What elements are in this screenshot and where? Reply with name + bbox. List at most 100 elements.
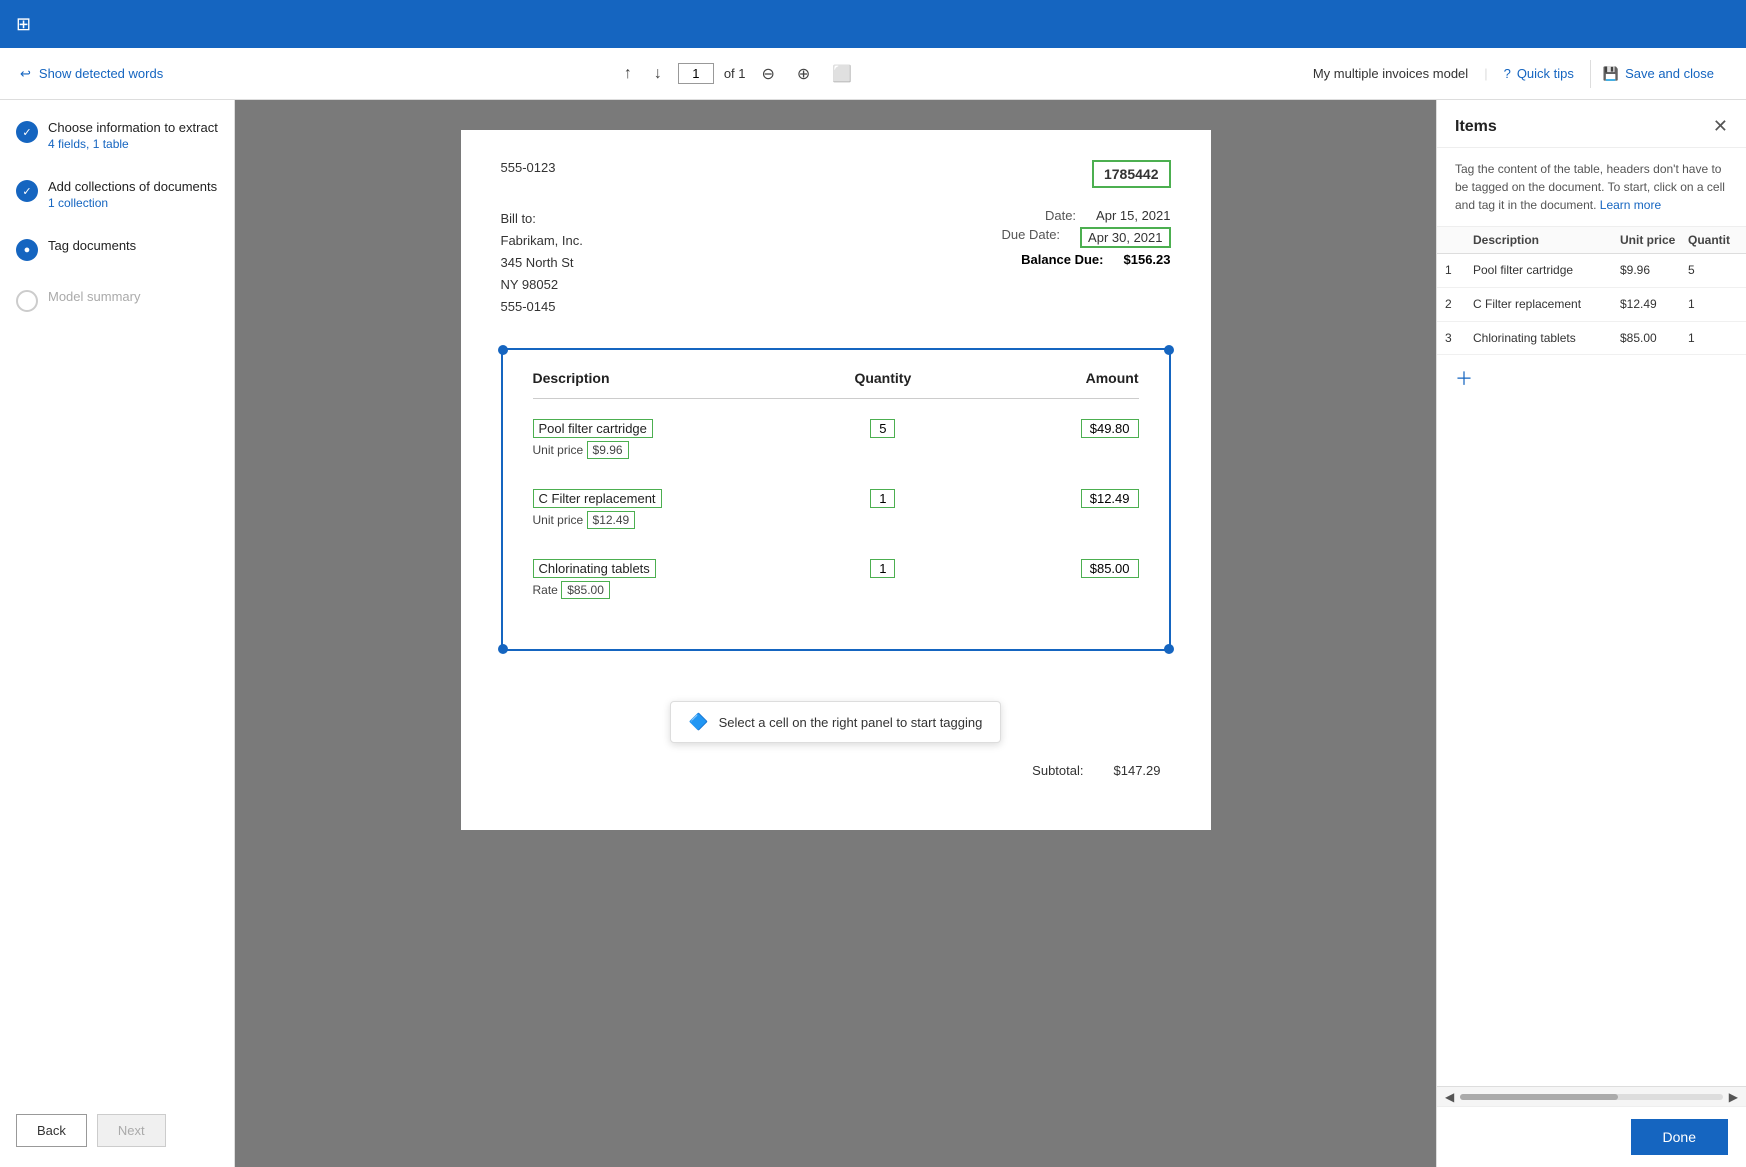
- table-row: Chlorinating tablets Rate $85.00 1 $85.0…: [533, 559, 1139, 599]
- row3-amt: $85.00: [968, 559, 1138, 578]
- save-close-label: Save and close: [1625, 66, 1714, 81]
- quick-tips-button[interactable]: ? Quick tips: [1492, 60, 1586, 87]
- back-button[interactable]: Back: [16, 1114, 87, 1147]
- list-item[interactable]: 3 Chlorinating tablets $85.00 1: [1437, 322, 1746, 356]
- invoice-document: 555-0123 1785442 Bill to: Fabrikam, Inc.…: [461, 130, 1211, 830]
- row2-price-val: $12.49: [587, 511, 636, 529]
- step3-content: Tag documents: [48, 238, 136, 253]
- question-icon: ?: [1504, 66, 1511, 81]
- zoom-in-btn[interactable]: ⊕: [791, 60, 816, 88]
- list-item[interactable]: 1 Pool filter cartridge $9.96 5: [1437, 254, 1746, 288]
- row1-qty-val: 5: [870, 419, 895, 438]
- item2-qty: 1: [1688, 297, 1738, 311]
- bill-to-section: Bill to: Fabrikam, Inc. 345 North St NY …: [501, 208, 583, 318]
- row3-qty-val: 1: [870, 559, 895, 578]
- th-unit-price: Unit price: [1620, 233, 1688, 247]
- save-close-button[interactable]: 💾 Save and close: [1590, 60, 1726, 88]
- subtotal-label: Subtotal:: [1032, 763, 1083, 778]
- page-number-input[interactable]: 1: [678, 63, 714, 84]
- step1-title: Choose information to extract: [48, 120, 218, 135]
- list-item[interactable]: 2 C Filter replacement $12.49 1: [1437, 288, 1746, 322]
- balance-label: Balance Due:: [1021, 252, 1103, 267]
- zoom-out-btn[interactable]: ⊖: [756, 60, 781, 88]
- step3-title: Tag documents: [48, 238, 136, 253]
- step-2: ✓ Add collections of documents 1 collect…: [16, 179, 218, 210]
- item1-num: 1: [1445, 263, 1473, 277]
- left-sidebar: ✓ Choose information to extract 4 fields…: [0, 100, 235, 1167]
- date-value: Apr 15, 2021: [1096, 208, 1170, 223]
- page-up-btn[interactable]: ↑: [618, 61, 638, 87]
- page-down-btn[interactable]: ↓: [648, 61, 668, 87]
- page-of-label: of 1: [724, 66, 746, 81]
- model-label: My multiple invoices model: [1313, 66, 1468, 81]
- col-qty-header: Quantity: [798, 370, 968, 386]
- table-header: Description Quantity Amount: [533, 370, 1139, 399]
- step2-content: Add collections of documents 1 collectio…: [48, 179, 217, 210]
- item1-desc: Pool filter cartridge: [1473, 262, 1620, 279]
- document-area[interactable]: 555-0123 1785442 Bill to: Fabrikam, Inc.…: [235, 100, 1436, 1167]
- step4-content: Model summary: [48, 289, 140, 304]
- invoice-dates: Date: Apr 15, 2021 Due Date: Apr 30, 202…: [1002, 208, 1171, 318]
- done-button[interactable]: Done: [1631, 1119, 1728, 1155]
- top-bar: ⊞: [0, 0, 1746, 48]
- invoice-id-box: 1785442: [1092, 160, 1171, 188]
- tooltip-banner: 🔷 Select a cell on the right panel to st…: [670, 701, 1002, 743]
- scroll-track[interactable]: [1460, 1094, 1723, 1100]
- item2-price: $12.49: [1620, 297, 1688, 311]
- th-description: Description: [1473, 233, 1620, 247]
- main-content: ✓ Choose information to extract 4 fields…: [0, 100, 1746, 1167]
- address1: 345 North St: [501, 252, 583, 274]
- fit-page-btn[interactable]: ⬜: [826, 60, 858, 88]
- pagination-controls: ↑ ↓ 1 of 1 ⊖ ⊕ ⬜: [618, 60, 858, 88]
- sidebar-nav-buttons: Back Next: [16, 1114, 218, 1147]
- item2-desc: C Filter replacement: [1473, 296, 1620, 313]
- due-date-label: Due Date:: [1002, 227, 1061, 248]
- row1-amt-val: $49.80: [1081, 419, 1139, 438]
- add-row-button[interactable]: ＋: [1455, 365, 1473, 391]
- learn-more-link[interactable]: Learn more: [1600, 198, 1661, 212]
- row2-qty: 1: [798, 489, 968, 508]
- date-label: Date:: [1045, 208, 1076, 223]
- address2: NY 98052: [501, 274, 583, 296]
- th-quantity: Quantit: [1688, 233, 1738, 247]
- step-4: Model summary: [16, 289, 218, 312]
- date-row: Date: Apr 15, 2021: [1002, 208, 1171, 223]
- step2-title: Add collections of documents: [48, 179, 217, 194]
- due-date-value: Apr 30, 2021: [1080, 227, 1170, 248]
- table-row: Pool filter cartridge Unit price $9.96 5…: [533, 419, 1139, 459]
- bill-to-label: Bill to:: [501, 208, 583, 230]
- due-date-row: Due Date: Apr 30, 2021: [1002, 227, 1171, 248]
- balance-value: $156.23: [1124, 252, 1171, 267]
- step1-subtitle: 4 fields, 1 table: [48, 137, 218, 151]
- panel-footer: Done: [1437, 1106, 1746, 1167]
- items-table: Description Unit price Quantit 1 Pool fi…: [1437, 227, 1746, 1086]
- eye-icon: ↩: [20, 66, 31, 82]
- right-panel: Items ✕ Tag the content of the table, he…: [1436, 100, 1746, 1167]
- grid-icon[interactable]: ⊞: [16, 14, 31, 35]
- row3-name: Chlorinating tablets: [533, 559, 656, 578]
- item3-price: $85.00: [1620, 331, 1688, 345]
- invoice-phone-header: 555-0123: [501, 160, 556, 175]
- step3-icon: ●: [16, 239, 38, 261]
- scroll-left-btn[interactable]: ◀: [1445, 1090, 1454, 1104]
- row3-desc: Chlorinating tablets Rate $85.00: [533, 559, 798, 599]
- subtotal-row: Subtotal: $147.29: [501, 763, 1171, 778]
- step2-icon: ✓: [16, 180, 38, 202]
- company-name: Fabrikam, Inc.: [501, 230, 583, 252]
- panel-title: Items: [1455, 118, 1497, 136]
- toolbar-right-actions: My multiple invoices model | ? Quick tip…: [1313, 60, 1726, 88]
- item1-qty: 5: [1688, 263, 1738, 277]
- row1-qty: 5: [798, 419, 968, 438]
- item1-price: $9.96: [1620, 263, 1688, 277]
- row2-amt-val: $12.49: [1081, 489, 1139, 508]
- scrollbar-area: ◀ ▶: [1437, 1086, 1746, 1106]
- panel-close-button[interactable]: ✕: [1713, 116, 1728, 137]
- panel-description: Tag the content of the table, headers do…: [1437, 148, 1746, 227]
- next-button: Next: [97, 1114, 166, 1147]
- show-detected-words-btn[interactable]: ↩ Show detected words: [20, 66, 163, 82]
- add-row-section: ＋: [1437, 355, 1746, 401]
- step-1: ✓ Choose information to extract 4 fields…: [16, 120, 218, 151]
- subtotal-value: $147.29: [1114, 763, 1161, 778]
- scroll-right-btn[interactable]: ▶: [1729, 1090, 1738, 1104]
- row3-amt-val: $85.00: [1081, 559, 1139, 578]
